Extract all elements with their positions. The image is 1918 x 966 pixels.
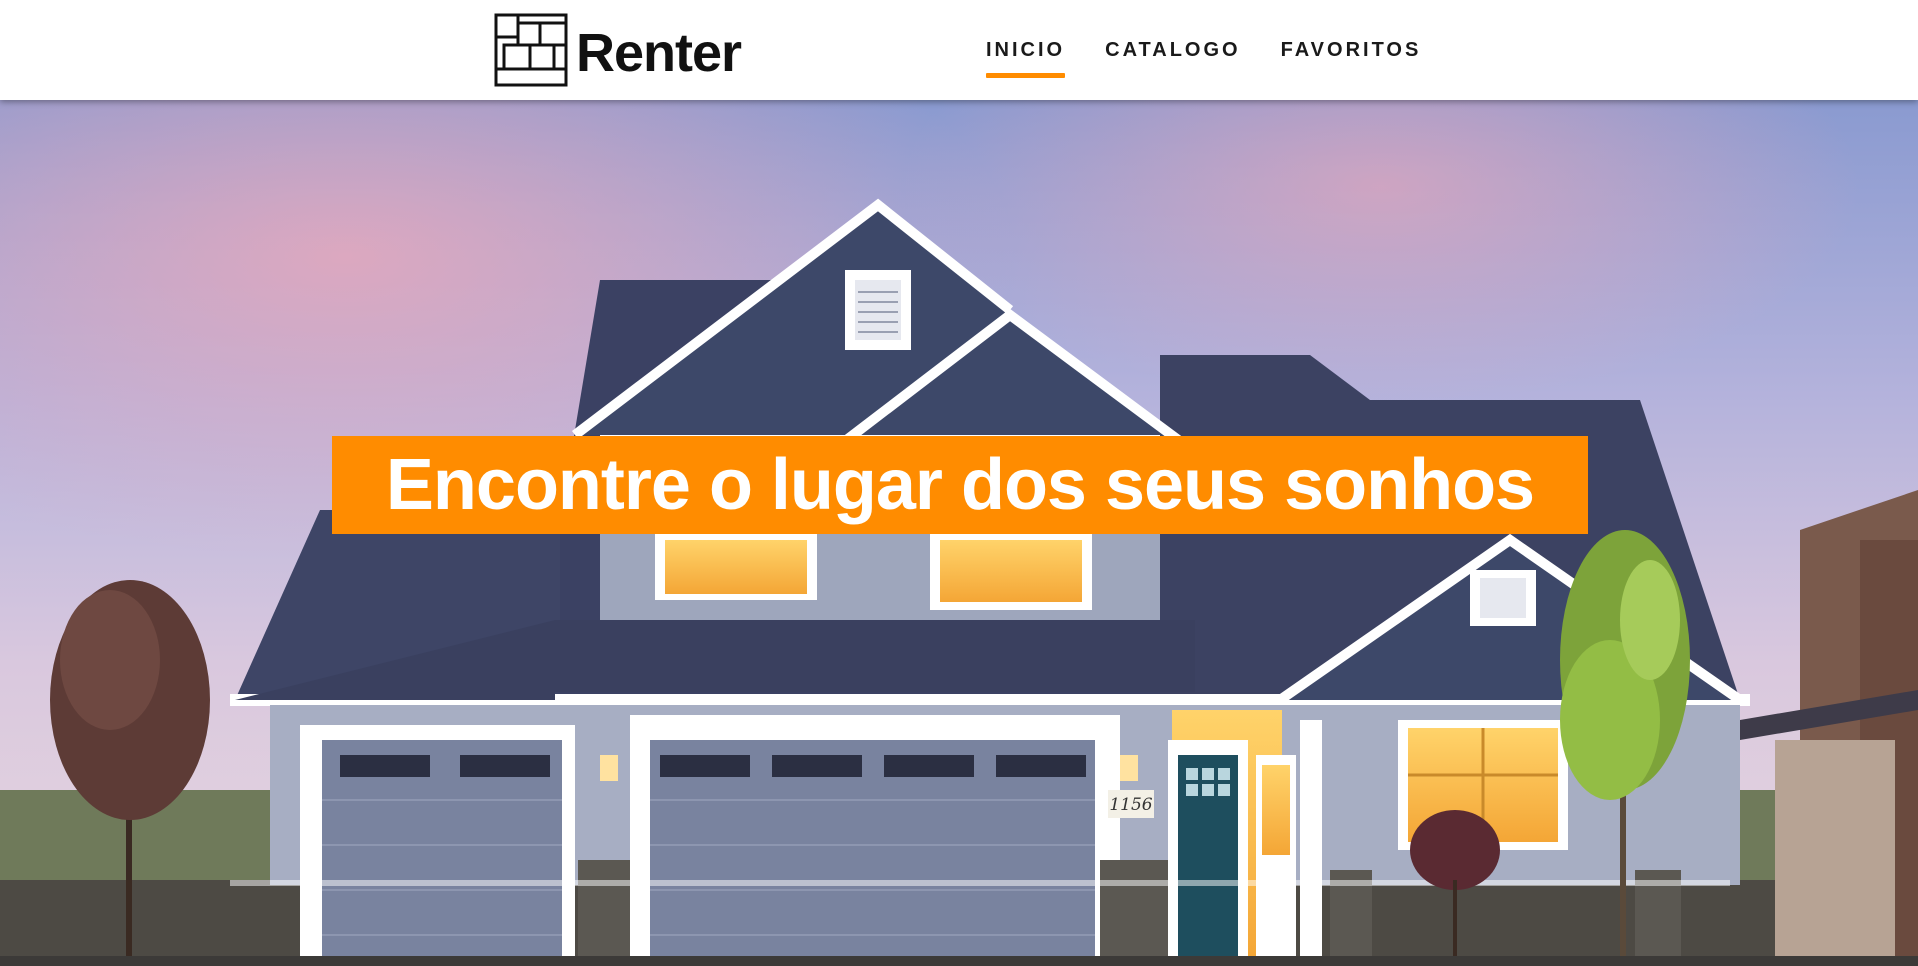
nav-item-favoritos[interactable]: FAVORITOS	[1261, 0, 1442, 100]
site-header: Renter INICIO CATALOGO FAVORITOS	[0, 0, 1918, 100]
brand-name: Renter	[576, 23, 742, 83]
nav-item-inicio[interactable]: INICIO	[966, 0, 1085, 100]
main-nav: INICIO CATALOGO FAVORITOS	[966, 0, 1441, 100]
hero-banner: 1156 Encontre o lugar dos seus sonhos	[0, 100, 1918, 966]
window-grid-icon	[494, 13, 568, 87]
nav-item-catalogo[interactable]: CATALOGO	[1085, 0, 1260, 100]
hero-headline: Encontre o lugar dos seus sonhos	[332, 436, 1588, 534]
house-number: 1156	[1109, 795, 1152, 815]
brand-logo[interactable]: Renter	[494, 12, 742, 88]
